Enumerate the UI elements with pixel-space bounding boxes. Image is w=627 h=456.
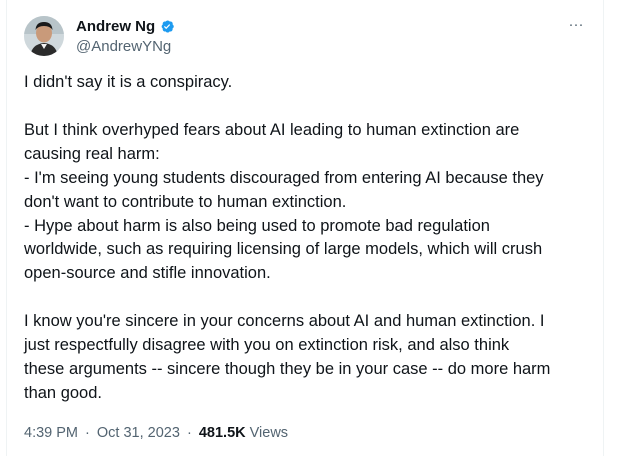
tweet-header: Andrew Ng @AndrewYNg ··· [24, 14, 589, 58]
tweet-paragraph: I know you're sincere in your concerns a… [24, 312, 551, 402]
tweet-metadata: 4:39 PM · Oct 31, 2023 · 481.5K Views [24, 423, 288, 443]
tweet-paragraph: But I think overhyped fears about AI lea… [24, 120, 544, 283]
meta-separator: · [186, 425, 192, 441]
more-options-button[interactable]: ··· [565, 16, 587, 34]
verified-badge-icon [158, 18, 175, 35]
avatar[interactable] [24, 16, 64, 56]
tweet-text: I didn't say it is a conspiracy. But I t… [24, 71, 592, 406]
tweet-time[interactable]: 4:39 PM [24, 425, 78, 441]
meta-separator: · [85, 425, 90, 441]
tweet-date[interactable]: Oct 31, 2023 [97, 425, 180, 441]
author-name-row: Andrew Ng [76, 17, 175, 36]
views-count[interactable]: 481.5K [199, 425, 246, 441]
more-icon: ··· [568, 16, 584, 33]
author-display-name[interactable]: Andrew Ng [76, 17, 155, 36]
tweet-paragraph: I didn't say it is a conspiracy. [24, 73, 233, 91]
tweet-card: Andrew Ng @AndrewYNg ··· I didn't say it… [6, 0, 604, 456]
author-handle[interactable]: @AndrewYNg [76, 37, 175, 57]
views-label: Views [249, 425, 289, 441]
author-info: Andrew Ng @AndrewYNg [76, 17, 175, 57]
avatar-image [24, 16, 64, 56]
